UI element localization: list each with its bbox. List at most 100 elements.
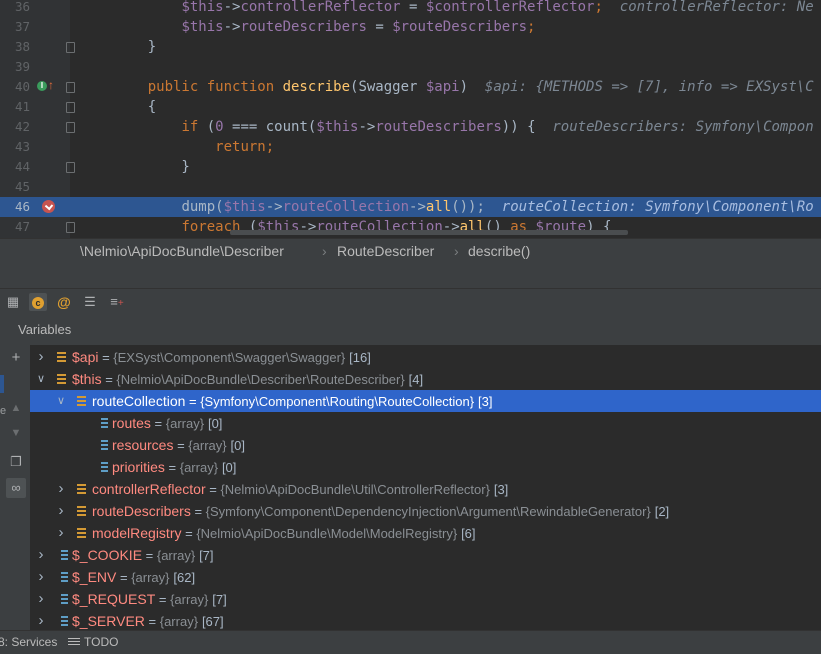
code-text[interactable]: } xyxy=(114,157,189,177)
line-number[interactable]: 44 xyxy=(0,157,30,177)
glasses-icon[interactable]: ∞ xyxy=(6,478,26,498)
chevron-right-icon[interactable]: › xyxy=(56,522,66,544)
breadcrumb-method[interactable]: describe() xyxy=(468,239,530,263)
line-number[interactable]: 39 xyxy=(0,57,30,77)
fold-marker-icon[interactable] xyxy=(66,42,75,53)
code-line[interactable]: 42 if (0 === count($this->routeDescriber… xyxy=(0,117,821,137)
chevron-right-icon[interactable]: › xyxy=(36,588,46,610)
code-line[interactable]: 43 return; xyxy=(0,137,821,157)
horizontal-scrollbar[interactable] xyxy=(230,230,628,235)
code-line[interactable]: 41 { xyxy=(0,97,821,117)
variable-row-server[interactable]: › $_SERVER = {array} [67] xyxy=(30,610,821,632)
variable-row-resources[interactable]: resources = {array} [0] xyxy=(30,434,821,456)
table-icon[interactable]: ▦ xyxy=(4,293,22,311)
move-up-icon[interactable]: ▲ xyxy=(6,398,26,418)
fold-marker-icon[interactable] xyxy=(66,162,75,173)
code-text[interactable]: return; xyxy=(114,137,274,157)
fold-marker-icon[interactable] xyxy=(66,82,75,93)
variable-row-controllerreflector[interactable]: › controllerReflector = {Nelmio\ApiDocBun… xyxy=(30,478,821,500)
code-token: if xyxy=(181,119,207,135)
variable-row-cookie[interactable]: › $_COOKIE = {array} [7] xyxy=(30,544,821,566)
inline-debug-value: routeCollection: Symfony\Component\Ro xyxy=(484,199,814,215)
code-line[interactable]: 36 $this->controllerReflector = $control… xyxy=(0,0,821,17)
variable-value: {array} xyxy=(165,416,205,431)
code-line[interactable]: 45 xyxy=(0,177,821,197)
code-text[interactable]: public function describe(Swagger $api) $… xyxy=(114,77,814,97)
variable-row-routedescribers[interactable]: › routeDescribers = {Symfony\Component\De… xyxy=(30,500,821,522)
variables-tree[interactable]: › $api = {EXSyst\Component\Swagger\Swagge… xyxy=(30,345,821,630)
equals-sign: = xyxy=(173,438,189,453)
variable-row-priorities[interactable]: priorities = {array} [0] xyxy=(30,456,821,478)
code-line[interactable]: 39 xyxy=(0,57,821,77)
chevron-right-icon[interactable]: › xyxy=(56,478,66,500)
line-number[interactable]: 37 xyxy=(0,17,30,37)
go-to-interface-arrow-icon[interactable]: ↑ xyxy=(48,79,54,91)
fold-marker-icon[interactable] xyxy=(66,122,75,133)
variable-row-env[interactable]: › $_ENV = {array} [62] xyxy=(30,566,821,588)
line-number[interactable]: 42 xyxy=(0,117,30,137)
breakpoint-icon[interactable] xyxy=(42,200,55,213)
line-number[interactable]: 43 xyxy=(0,137,30,157)
code-text[interactable]: if (0 === count($this->routeDescribers))… xyxy=(114,117,813,137)
code-line[interactable]: 40 I ↑ public function describe(Swagger $a… xyxy=(0,77,821,97)
code-line[interactable]: 44 } xyxy=(0,157,821,177)
line-number[interactable]: 40 xyxy=(0,77,30,97)
implements-method-icon[interactable]: I xyxy=(37,81,47,91)
line-number[interactable]: 46 xyxy=(0,197,30,217)
field-icon xyxy=(77,484,86,494)
variable-count: [16] xyxy=(349,350,371,365)
chevron-right-icon[interactable]: › xyxy=(36,610,46,632)
services-tab[interactable]: 8: Services xyxy=(0,631,57,653)
variable-name: $_SERVER xyxy=(72,613,145,629)
todo-tab[interactable]: TODO xyxy=(84,631,118,653)
variable-text: $_COOKIE = {array} [7] xyxy=(72,544,214,567)
inline-debug-value: $api: {METHODS => [7], info => EXSyst\C xyxy=(468,79,814,95)
chevron-right-icon[interactable]: › xyxy=(36,566,46,588)
chevron-right-icon[interactable]: › xyxy=(36,544,46,566)
code-line[interactable]: 37 $this->routeDescribers = $routeDescri… xyxy=(0,17,821,37)
list-icon[interactable]: ☰ xyxy=(81,293,99,311)
variable-row-api[interactable]: › $api = {EXSyst\Component\Swagger\Swagge… xyxy=(30,346,821,368)
array-icon xyxy=(96,439,108,451)
breadcrumb-class[interactable]: RouteDescriber xyxy=(337,239,434,263)
code-token: ; xyxy=(594,0,603,15)
chevron-right-icon[interactable]: › xyxy=(36,346,46,368)
chevron-down-icon[interactable]: ∨ xyxy=(36,368,46,390)
code-text[interactable]: $this->routeDescribers = $routeDescriber… xyxy=(114,17,535,37)
code-text[interactable]: $this->controllerReflector = $controller… xyxy=(114,0,813,17)
equals-sign: = xyxy=(142,548,157,563)
fold-marker-icon[interactable] xyxy=(66,102,75,113)
code-editor[interactable]: 36 $this->controllerReflector = $control… xyxy=(0,0,821,238)
chevron-down-icon[interactable]: ∨ xyxy=(56,390,66,412)
variable-row-routecollection[interactable]: ∨ routeCollection = {Symfony\Component\Ro… xyxy=(30,390,821,412)
line-number[interactable]: 47 xyxy=(0,217,30,237)
variable-value: {array} xyxy=(159,614,199,629)
code-token: routeDescribers xyxy=(240,19,367,35)
chevron-right-icon[interactable]: › xyxy=(56,500,66,522)
fold-marker-icon[interactable] xyxy=(66,222,75,233)
line-number[interactable]: 36 xyxy=(0,0,30,17)
variable-count: [4] xyxy=(408,372,424,387)
move-down-icon[interactable]: ▼ xyxy=(6,423,26,443)
add-watch-icon[interactable]: ≡+ xyxy=(108,293,126,311)
line-number[interactable]: 45 xyxy=(0,177,30,197)
add-watch-plus-icon[interactable]: + xyxy=(6,348,26,368)
variable-row-this[interactable]: ∨ $this = {Nelmio\ApiDocBundle\Describer\… xyxy=(30,368,821,390)
code-text[interactable]: } xyxy=(114,37,156,57)
code-token: = xyxy=(400,0,426,15)
variable-row-modelregistry[interactable]: › modelRegistry = {Nelmio\ApiDocBundle\Mo… xyxy=(30,522,821,544)
code-line[interactable]: 38 } xyxy=(0,37,821,57)
equals-sign: = xyxy=(164,460,180,475)
variable-row-request[interactable]: › $_REQUEST = {array} [7] xyxy=(30,588,821,610)
code-text[interactable]: dump($this->routeCollection->all()); rou… xyxy=(114,197,814,217)
variable-value: {Symfony\Component\DependencyInjection\A… xyxy=(205,504,651,519)
class-icon[interactable]: c xyxy=(29,293,47,311)
breadcrumb-namespace[interactable]: \Nelmio\ApiDocBundle\Describer xyxy=(80,239,284,263)
line-number[interactable]: 38 xyxy=(0,37,30,57)
variable-row-routes[interactable]: routes = {array} [0] xyxy=(30,412,821,434)
line-number[interactable]: 41 xyxy=(0,97,30,117)
at-icon[interactable]: @ xyxy=(55,293,73,311)
execution-line[interactable]: 46 dump($this->routeCollection->all()); … xyxy=(0,197,821,217)
code-text[interactable]: { xyxy=(114,97,156,117)
copy-icon[interactable]: ❐ xyxy=(6,452,26,472)
